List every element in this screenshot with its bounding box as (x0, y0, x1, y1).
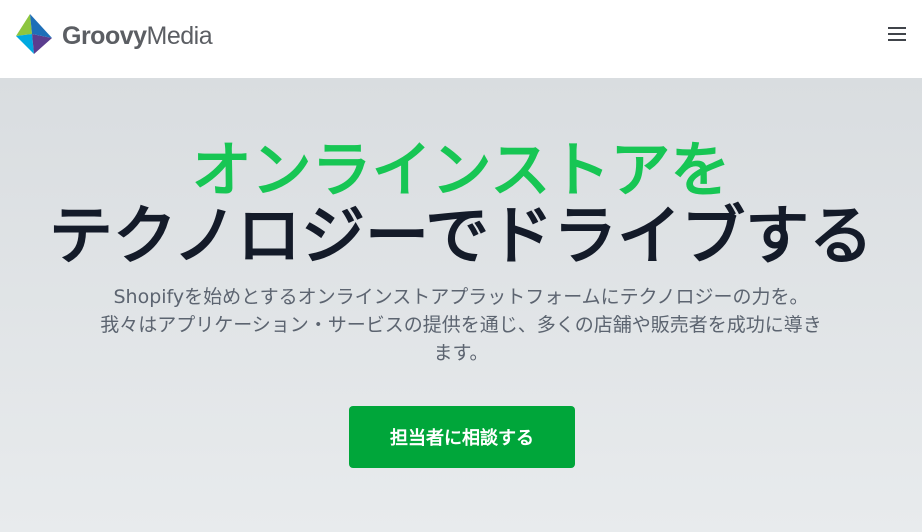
hero-description: Shopifyを始めとするオンラインストアプラットフォームにテクノロジーの力を。… (60, 283, 862, 367)
groovy-media-logo-icon[interactable] (14, 14, 54, 56)
hero-title-line2: テクノロジーでドライブする (48, 200, 874, 274)
hero-title-line1: オンラインストアを (191, 136, 731, 206)
brand-name[interactable]: GroovyMedia (62, 20, 213, 52)
hero-description-line: 我々はアプリケーション・サービスの提供を通じ、多くの店舗や販売者を成功に導き (100, 314, 822, 336)
site-header: GroovyMedia (0, 0, 922, 78)
consult-button[interactable]: 担当者に相談する (349, 406, 575, 468)
hamburger-menu-button[interactable] (882, 20, 912, 48)
hero-description-line: ます。 (433, 342, 489, 364)
hero-description-line: Shopifyを始めとするオンラインストアプラットフォームにテクノロジーの力を。 (113, 286, 809, 308)
brand-name-groovy: Groovy (62, 22, 147, 50)
brand-name-media: Media (146, 22, 213, 50)
hero-section: オンラインストアを テクノロジーでドライブする Shopifyを始めとするオンラ… (0, 78, 922, 532)
